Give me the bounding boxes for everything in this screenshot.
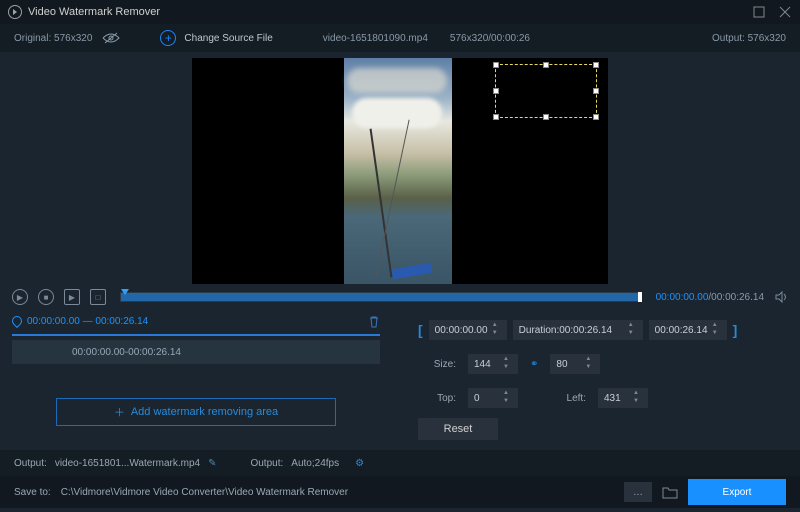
range-start-bracket-icon[interactable]: [ (418, 322, 423, 338)
clip-marker-icon (10, 314, 24, 328)
playhead-icon[interactable] (121, 289, 129, 295)
output-format-label: Output: (250, 458, 283, 469)
active-clip-header[interactable]: 00:00:00.00 — 00:00:26.14 (12, 310, 380, 332)
minimize-button[interactable] (752, 5, 766, 19)
source-filename: video-1651801090.mp4 (323, 33, 428, 44)
volume-icon[interactable] (774, 290, 788, 304)
prev-frame-button[interactable]: ▶ (64, 289, 80, 305)
titlebar: Video Watermark Remover (0, 0, 800, 24)
width-input[interactable]: 144▲▼ (468, 354, 518, 374)
add-source-icon[interactable]: + (160, 30, 176, 46)
watermark-selection-box[interactable] (495, 64, 597, 118)
output-file-name: video-1651801...Watermark.mp4 (55, 458, 200, 469)
range-end-input[interactable]: 00:00:26.14▲▼ (649, 320, 727, 340)
size-label: Size: (418, 359, 456, 370)
output-label: Output: (712, 33, 745, 44)
left-label: Left: (548, 393, 586, 404)
preview-toggle-icon[interactable] (102, 32, 120, 44)
app-title: Video Watermark Remover (28, 6, 160, 18)
output-settings-icon[interactable]: ⚙ (355, 458, 364, 469)
spin-down[interactable]: ▼ (489, 330, 501, 338)
next-frame-button[interactable]: □ (90, 289, 106, 305)
save-bar: Save to: C:\Vidmore\Vidmore Video Conver… (0, 476, 800, 508)
output-format-value: Auto;24fps (291, 458, 339, 469)
playback-controls: ▶ ■ ▶ □ 00:00:00.00/00:00:26.14 (0, 284, 800, 310)
clip-row[interactable]: 00:00:00.00-00:00:26.14 (12, 340, 380, 364)
clips-panel: 00:00:00.00 — 00:00:26.14 00:00:00.00-00… (0, 310, 392, 450)
stop-button[interactable]: ■ (38, 289, 54, 305)
add-watermark-area-button[interactable]: ＋Add watermark removing area (56, 398, 336, 426)
original-label: Original: (14, 33, 51, 44)
close-button[interactable] (778, 5, 792, 19)
output-bar: Output: video-1651801...Watermark.mp4 ✎ … (0, 450, 800, 476)
output-dims: 576x320 (748, 33, 786, 44)
timecode: 00:00:00.00/00:00:26.14 (656, 292, 764, 303)
preview-area (0, 52, 800, 284)
range-duration-input[interactable]: Duration:00:00:26.14▲▼ (513, 320, 643, 340)
top-label: Top: (418, 393, 456, 404)
play-button[interactable]: ▶ (12, 289, 28, 305)
change-source-button[interactable]: Change Source File (184, 33, 272, 44)
video-preview[interactable] (192, 58, 608, 284)
open-folder-icon[interactable] (662, 485, 678, 499)
delete-clip-icon[interactable] (368, 315, 380, 328)
export-button[interactable]: Export (688, 479, 786, 505)
spin-up[interactable]: ▲ (489, 322, 501, 330)
aspect-lock-icon[interactable]: ⚭ (530, 359, 538, 370)
height-input[interactable]: 80▲▼ (550, 354, 600, 374)
source-dims-duration: 576x320/00:00:26 (450, 33, 530, 44)
range-start-input[interactable]: 00:00:00.00▲▼ (429, 320, 507, 340)
properties-panel: [ 00:00:00.00▲▼ Duration:00:00:26.14▲▼ 0… (392, 310, 800, 450)
range-end-bracket-icon[interactable]: ] (733, 322, 738, 338)
save-path: C:\Vidmore\Vidmore Video Converter\Video… (61, 487, 614, 498)
save-to-label: Save to: (14, 487, 51, 498)
reset-button[interactable]: Reset (418, 418, 498, 440)
top-input[interactable]: 0▲▼ (468, 388, 518, 408)
timeline-scrubber[interactable] (120, 292, 642, 302)
original-dims: 576x320 (54, 33, 92, 44)
rename-output-icon[interactable]: ✎ (208, 458, 216, 469)
output-file-label: Output: (14, 458, 47, 469)
app-logo-icon (8, 5, 22, 19)
info-bar: Original: 576x320 + Change Source File v… (0, 24, 800, 52)
left-input[interactable]: 431▲▼ (598, 388, 648, 408)
browse-button[interactable]: … (624, 482, 652, 502)
